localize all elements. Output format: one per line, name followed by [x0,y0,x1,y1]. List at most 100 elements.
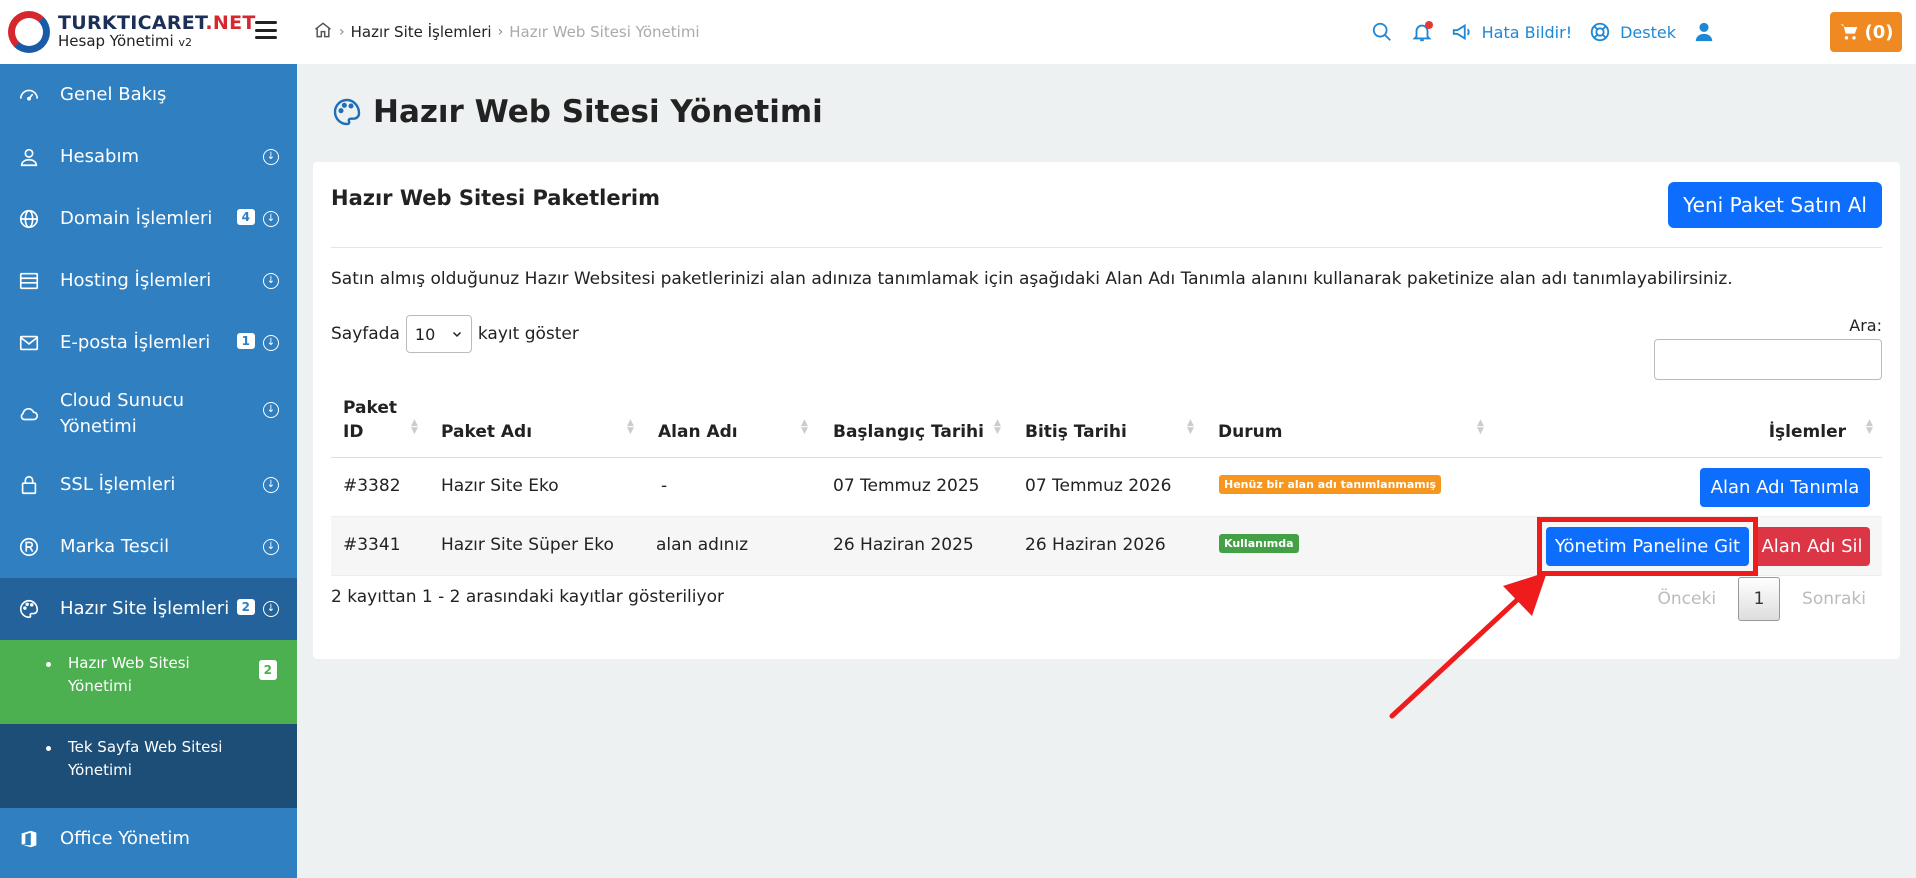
topbar: › Hazır Site İşlemleri › Hazır Web Sites… [297,0,1916,64]
cell-domain: alan adınız [656,535,749,555]
search-icon[interactable] [1370,20,1394,44]
sidebar-item-label: SSL İşlemleri [60,473,176,495]
status-badge: Henüz bir alan adı tanımlanmamış [1219,475,1442,494]
search-input[interactable] [1654,339,1882,380]
sort-icon[interactable]: ▲ ▼ [1187,419,1197,436]
expand-arrow-icon[interactable]: ↓ [263,335,279,351]
pagination-prev[interactable]: Önceki [1642,589,1733,609]
sort-icon[interactable]: ▲ ▼ [627,419,637,436]
sidebar-item-label: Hesabım [60,145,139,167]
brand[interactable]: TURKTICARET.NET Hesap Yönetimi v2 [0,0,297,64]
megaphone-icon[interactable] [1450,20,1474,44]
breadcrumb-separator-icon: › [497,24,504,40]
sidebar-item-label: Genel Bakış [60,83,167,105]
report-bug-link[interactable]: Hata Bildir! [1482,23,1572,42]
sidebar-subitem-tek-sayfa[interactable]: Tek Sayfa Web Sitesi Yönetimi [0,724,297,808]
sort-icon[interactable]: ▲ ▼ [801,419,811,436]
annotation-arrow-icon [1389,572,1547,719]
sidebar-item-genel-bakis[interactable]: Genel Bakış [0,64,297,126]
cell-id: #3341 [343,535,401,555]
cart-icon [1840,24,1857,40]
sort-icon[interactable]: ▲ ▼ [411,419,421,436]
notification-bell-icon[interactable] [1410,20,1434,44]
breadcrumb-parent[interactable]: Hazır Site İşlemleri [351,23,492,41]
sort-icon[interactable]: ▲ ▼ [1866,419,1876,436]
cell-start-date: 26 Haziran 2025 [833,535,974,555]
sidebar-item-label: Office Yönetim [60,827,190,849]
col-header-domain[interactable]: Alan Adı [658,420,738,445]
lifebuoy-icon[interactable] [1588,20,1612,44]
bullet-icon [46,746,51,751]
brand-logo [8,11,50,53]
sidebar-item-cloud[interactable]: Cloud Sunucu Yönetimi ↓ [0,374,297,454]
count-badge: 4 [236,209,255,225]
cell-domain: - [661,476,668,496]
search-label: Ara: [1849,316,1882,335]
packages-table: Paket ID ▲ ▼ Paket Adı ▲ ▼ Alan Adı ▲ ▼ Baş… [331,388,1882,576]
sidebar-item-hesabim[interactable]: Hesabım ↓ [0,126,297,188]
count-badge: 2 [236,599,255,615]
registered-icon [18,536,40,558]
sidebar-item-domain[interactable]: Domain İşlemleri 4 ↓ [0,188,297,250]
col-header-actions[interactable]: İşlemler [1769,420,1846,445]
pagination-next[interactable]: Sonraki [1786,589,1882,609]
expand-arrow-icon[interactable]: ↓ [263,402,279,418]
cell-start-date: 07 Temmuz 2025 [833,476,980,496]
assign-domain-button[interactable]: Alan Adı Tanımla [1700,468,1870,507]
sidebar-item-marka-tescil[interactable]: Marka Tescil ↓ [0,516,297,578]
brand-net: .NET [205,12,256,35]
sidebar-item-label: Domain İşlemleri [60,207,213,229]
sort-icon[interactable]: ▲ ▼ [994,419,1004,436]
user-profile-icon[interactable] [1692,20,1716,44]
expand-arrow-icon[interactable]: ↓ [263,539,279,555]
page-length-prefix: Sayfada [331,324,400,344]
col-header-start[interactable]: Başlangıç Tarihi [833,420,984,445]
expand-arrow-icon[interactable]: ↓ [263,273,279,289]
sidebar-item-label: Cloud Sunucu Yönetimi [60,389,185,437]
sidebar-item-eposta[interactable]: E-posta İşlemleri 1 ↓ [0,312,297,374]
col-header-name[interactable]: Paket Adı [441,420,532,445]
sidebar-subitem-hazir-web-sitesi[interactable]: Hazır Web Sitesi Yönetimi 2 [0,640,297,724]
bullet-icon [46,662,51,667]
office-icon [18,828,40,850]
page-length-select[interactable]: 10 [405,315,472,353]
pagination-page[interactable]: 1 [1738,577,1781,621]
card-title: Hazır Web Sitesi Paketlerim [331,186,661,210]
sort-icon[interactable]: ▲ ▼ [1477,419,1487,436]
notification-dot [1424,21,1433,29]
col-header-status[interactable]: Durum [1218,420,1282,445]
packages-card: Hazır Web Sitesi Paketlerim Yeni Paket S… [313,162,1900,659]
cell-end-date: 07 Temmuz 2026 [1025,476,1172,496]
cell-name: Hazır Site Süper Eko [441,535,614,555]
breadcrumb: › Hazır Site İşlemleri › Hazır Web Sites… [313,20,700,44]
page-title-text: Hazır Web Sitesi Yönetimi [373,94,823,130]
sidebar-item-hazir-site[interactable]: Hazır Site İşlemleri 2 ↓ [0,578,297,640]
count-badge: 1 [236,333,255,349]
sidebar-item-ssl[interactable]: SSL İşlemleri ↓ [0,454,297,516]
expand-arrow-icon[interactable]: ↓ [263,149,279,165]
table-row: #3341 Hazır Site Süper Eko alan adınız 2… [331,517,1882,576]
col-header-id[interactable]: Paket ID [343,396,403,445]
topbar-actions: Hata Bildir! Destek (0) [1354,12,1902,52]
sidebar: TURKTICARET.NET Hesap Yönetimi v2 Genel … [0,0,297,878]
cart-button[interactable]: (0) [1830,12,1902,52]
sidebar-item-hosting[interactable]: Hosting İşlemleri ↓ [0,250,297,312]
sidebar-item-office[interactable]: Office Yönetim [0,808,297,870]
expand-arrow-icon[interactable]: ↓ [263,477,279,493]
mail-icon [18,332,40,354]
cell-id: #3382 [343,476,401,496]
expand-arrow-icon[interactable]: ↓ [263,601,279,617]
status-badge: Kullanımda [1219,534,1299,553]
col-header-end[interactable]: Bitiş Tarihi [1025,420,1127,445]
sidebar-item-label: Hosting İşlemleri [60,269,212,291]
support-link[interactable]: Destek [1620,23,1676,42]
count-badge: 2 [258,660,277,680]
home-icon[interactable] [313,20,333,44]
palette-icon [18,598,40,620]
card-description: Satın almış olduğunuz Hazır Websitesi pa… [331,269,1733,289]
delete-domain-button[interactable]: Alan Adı Sil [1754,527,1870,566]
brand-subtitle: Hesap Yönetimi [58,32,174,51]
expand-arrow-icon[interactable]: ↓ [263,211,279,227]
hamburger-menu-icon[interactable] [255,21,277,39]
buy-new-package-button[interactable]: Yeni Paket Satın Al [1668,182,1882,228]
